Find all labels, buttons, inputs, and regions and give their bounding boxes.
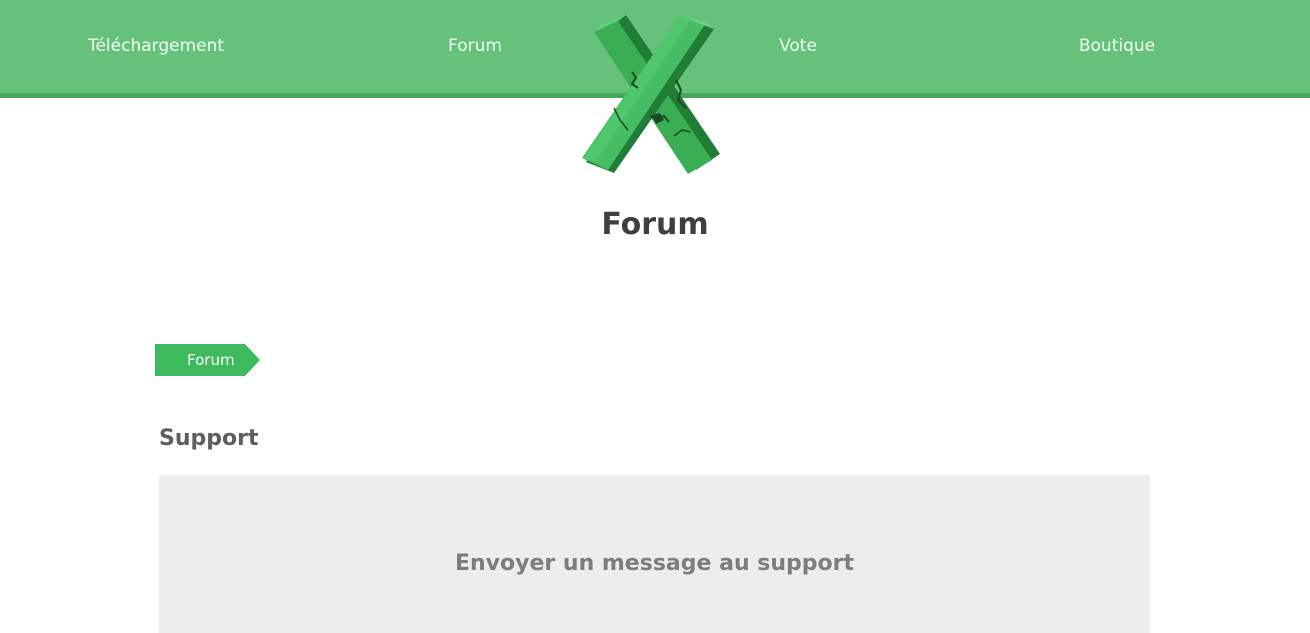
section-title-support: Support (159, 426, 259, 451)
green-x-logo-icon[interactable] (580, 12, 722, 176)
nav-link-vote[interactable]: Vote (779, 33, 817, 59)
breadcrumb: Forum (155, 344, 260, 376)
nav-link-telechargement[interactable]: Téléchargement (88, 33, 224, 59)
send-support-message-link[interactable]: Envoyer un message au support (159, 551, 1150, 576)
breadcrumb-item-forum[interactable]: Forum (155, 344, 260, 376)
nav-link-boutique[interactable]: Boutique (1079, 33, 1155, 59)
support-panel: Envoyer un message au support (159, 475, 1150, 633)
page-title: Forum (601, 207, 709, 242)
nav-link-forum[interactable]: Forum (448, 33, 502, 59)
